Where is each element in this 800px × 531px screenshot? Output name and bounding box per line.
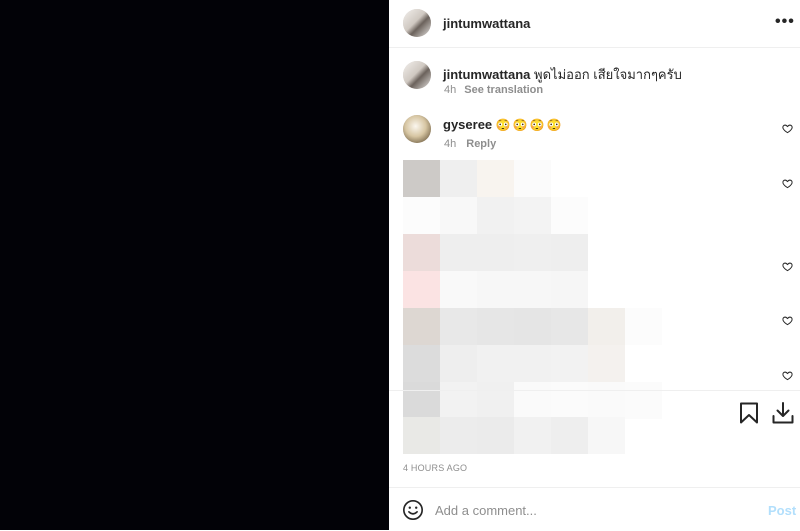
post-media[interactable]	[0, 0, 389, 530]
comment-username[interactable]: gyseree	[443, 117, 492, 132]
header-username[interactable]: jintumwattana	[443, 16, 530, 31]
like-comment-heart-icon[interactable]	[782, 178, 793, 189]
pixelated-comments-area	[403, 160, 662, 454]
post-panel: jintumwattana ••• jintumwattana พูดไม่ออ…	[389, 0, 800, 530]
comment-avatar[interactable]	[403, 115, 431, 143]
caption-time[interactable]: 4h	[444, 84, 456, 96]
actions-divider	[389, 390, 800, 391]
like-comment-heart-icon[interactable]	[782, 370, 793, 381]
like-comment-heart-icon[interactable]	[782, 261, 793, 272]
see-translation-link[interactable]: See translation	[464, 84, 543, 96]
like-comment-heart-icon[interactable]	[782, 315, 793, 326]
add-comment-bar: Post	[389, 487, 800, 531]
comment-meta: 4h Reply	[444, 138, 496, 150]
reply-link[interactable]: Reply	[466, 138, 496, 150]
caption-username[interactable]: jintumwattana	[443, 67, 530, 82]
post-header: jintumwattana •••	[389, 0, 800, 48]
comment-time[interactable]: 4h	[444, 138, 456, 150]
more-horizontal-icon[interactable]: •••	[775, 14, 795, 30]
avatar[interactable]	[403, 9, 431, 37]
caption-meta: 4h See translation	[444, 84, 543, 96]
caption-text: พูดไม่ออก เสียใจมากๆครับ	[534, 67, 682, 82]
bookmark-icon[interactable]	[739, 402, 759, 424]
comment-input[interactable]	[435, 499, 735, 521]
comment: gyseree 😳😳😳😳	[443, 117, 564, 132]
like-comment-heart-icon[interactable]	[782, 123, 793, 134]
emoji-icon[interactable]	[402, 499, 424, 521]
post-timestamp[interactable]: 4 HOURS AGO	[403, 463, 467, 473]
post-button[interactable]: Post	[768, 503, 796, 518]
caption-avatar[interactable]	[403, 61, 431, 89]
download-icon[interactable]	[771, 401, 795, 425]
comment-text: 😳😳😳😳	[495, 118, 564, 132]
caption: jintumwattana พูดไม่ออก เสียใจมากๆครับ	[443, 64, 682, 85]
